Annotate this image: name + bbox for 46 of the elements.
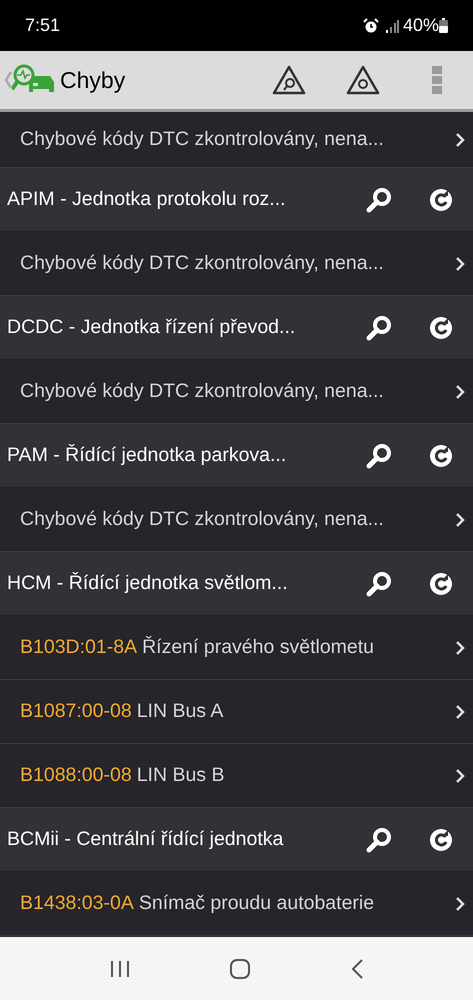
status-time: 7:51 xyxy=(25,14,60,37)
search-icon[interactable] xyxy=(365,826,393,854)
chevron-right-icon xyxy=(455,640,465,656)
screen-title: Chyby xyxy=(60,66,126,95)
search-icon[interactable] xyxy=(365,570,393,598)
refresh-icon[interactable] xyxy=(429,828,453,852)
search-icon[interactable] xyxy=(365,442,393,470)
status-message: Chybové kódy DTC zkontrolovány, nena... xyxy=(20,250,385,276)
refresh-icon[interactable] xyxy=(429,188,453,212)
status-message: Chybové kódy DTC zkontrolovány, nena... xyxy=(20,126,385,152)
dtc-description: LIN Bus B xyxy=(136,762,226,788)
dtc-description: Řízení pravého světlometu xyxy=(142,634,376,660)
dtc-description: Snímač proudu autobaterie xyxy=(138,890,376,916)
chevron-right-icon xyxy=(455,256,465,272)
home-icon[interactable] xyxy=(229,958,252,980)
status-message: Chybové kódy DTC zkontrolovány, nena... xyxy=(20,506,385,532)
chevron-right-icon xyxy=(455,768,465,784)
battery-icon xyxy=(439,18,448,33)
warning-refresh-icon[interactable] xyxy=(346,65,380,95)
signal-icon xyxy=(384,18,399,32)
search-icon[interactable] xyxy=(365,314,393,342)
chevron-right-icon xyxy=(455,704,465,720)
refresh-icon[interactable] xyxy=(429,316,453,340)
module-name: BCMii - Centrální řídící jednotka xyxy=(7,826,284,852)
dtc-code: B1087:00-08 xyxy=(20,698,132,724)
dtc-description: LIN Bus A xyxy=(136,698,224,724)
battery-percent: 40% xyxy=(402,14,439,37)
dtc-code: B1088:00-08 xyxy=(20,762,132,788)
module-name: DCDC - Jednotka řízení převod... xyxy=(7,314,296,340)
dtc-code: B1438:03-0A xyxy=(20,890,134,916)
chevron-right-icon xyxy=(455,132,465,148)
chevron-right-icon xyxy=(455,384,465,400)
module-name: APIM - Jednotka protokolu roz... xyxy=(7,186,287,212)
chevron-right-icon xyxy=(455,896,465,912)
warning-search-icon[interactable] xyxy=(272,65,306,95)
refresh-icon[interactable] xyxy=(429,444,453,468)
module-name: PAM - Řídící jednotka parkova... xyxy=(7,442,288,468)
chevron-right-icon xyxy=(455,512,465,528)
recent-apps-icon[interactable] xyxy=(109,958,132,978)
status-message: Chybové kódy DTC zkontrolovány, nena... xyxy=(20,378,385,404)
back-icon[interactable] xyxy=(350,958,364,980)
dtc-code: B103D:01-8A xyxy=(20,634,138,660)
search-icon[interactable] xyxy=(365,186,393,214)
module-name: HCM - Řídící jednotka světlom... xyxy=(7,570,289,596)
refresh-icon[interactable] xyxy=(429,572,453,596)
alarm-icon xyxy=(362,18,379,34)
